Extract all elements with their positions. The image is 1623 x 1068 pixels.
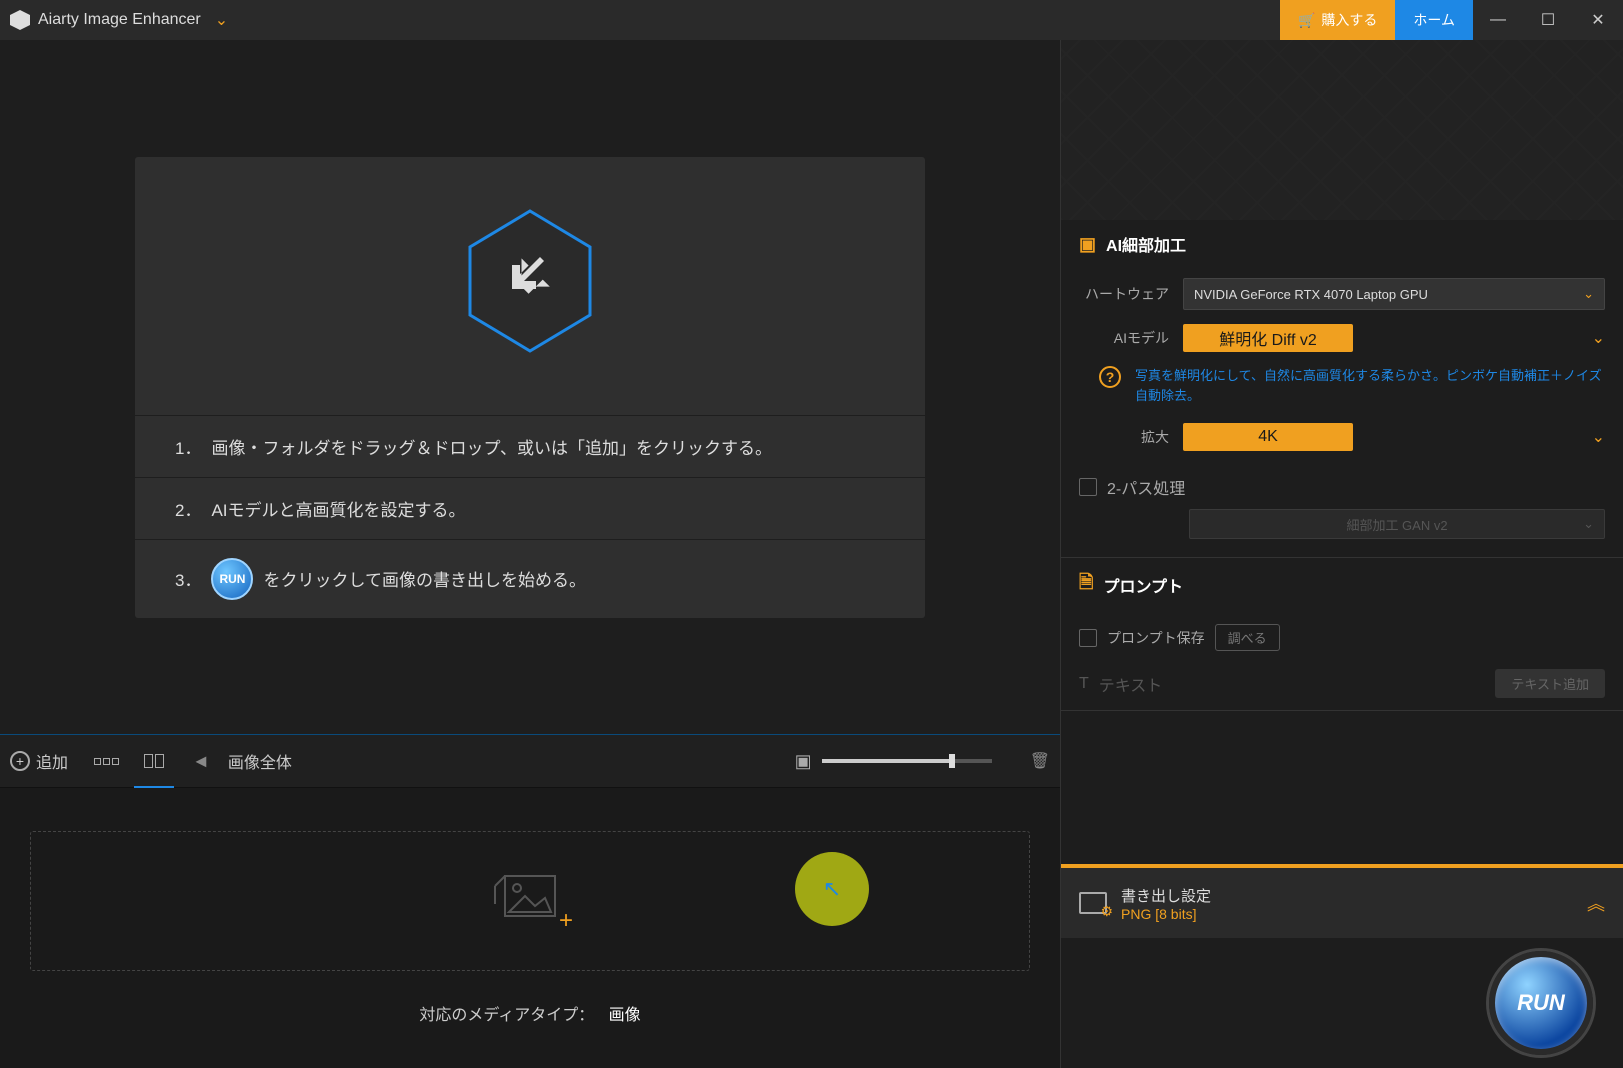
nav-label[interactable]: 画像全体 [228,749,292,773]
chevron-down-icon[interactable]: ⌄ [1582,328,1605,348]
hardware-select[interactable]: NVIDIA GeForce RTX 4070 Laptop GPU ⌄ [1183,278,1605,310]
upscale-select[interactable]: 4K [1183,423,1353,451]
text-add-button[interactable]: テキスト追加 [1495,669,1605,698]
compare-icon [144,754,164,768]
hardware-value: NVIDIA GeForce RTX 4070 Laptop GPU [1194,287,1428,302]
two-pass-model-value: 細部加工 GAN v2 [1346,515,1447,534]
upscale-label: 拡大 [1079,427,1169,447]
app-logo-icon [10,10,30,30]
prev-arrow-icon[interactable]: ◄ [192,751,210,772]
add-button[interactable]: + 追加 [10,749,68,773]
two-pass-label: 2-パス処理 [1107,475,1185,499]
ai-model-select[interactable]: 鮮明化 Diff v2 [1183,324,1353,352]
help-icon[interactable]: ? [1099,366,1121,388]
cursor-icon: ↖ [823,876,841,902]
run-zone: RUN [1061,938,1623,1068]
app-title: Aiarty Image Enhancer [38,11,201,29]
upload-hex-icon [466,207,594,355]
grid-view-button[interactable] [86,746,126,776]
zoom-slider-group: ▣ [795,751,992,772]
chevron-down-icon[interactable]: ⌄ [1582,427,1605,447]
prompt-browse-button[interactable]: 調べる [1215,624,1280,651]
export-icon: ⚙ [1079,892,1107,914]
prompt-save-label: プロンプト保存 [1107,628,1205,648]
export-title: 書き出し設定 [1121,885,1211,906]
cart-icon: 🛒 [1298,12,1315,29]
gear-icon: ⚙ [1100,903,1113,920]
svg-text:+: + [559,907,573,934]
prompt-icon: 🗎 [1079,570,1093,600]
minimize-button[interactable]: — [1473,0,1523,40]
instruction-2: 2． AIモデルと高画質化を設定する。 [135,477,925,539]
text-icon: T [1079,675,1089,693]
export-settings-bar[interactable]: ⚙ 書き出し設定 PNG [8 bits] ︽ [1061,864,1623,938]
two-pass-checkbox[interactable] [1079,478,1097,496]
thumbnail-drop-zone[interactable]: + ↖ [30,831,1030,971]
drop-card[interactable]: 1． 画像・フォルダをドラッグ＆ドロップ、或いは「追加」をクリックする。 2． … [135,157,925,618]
chevron-down-icon: ⌄ [1583,286,1594,302]
prompt-section: 🗎 プロンプト プロンプト保存 調べる T テキスト テキスト追加 [1061,558,1623,711]
right-pane: ▣ AI細部加工 ハートウェア NVIDIA GeForce RTX 4070 … [1060,40,1623,1068]
left-pane: 1． 画像・フォルダをドラッグ＆ドロップ、或いは「追加」をクリックする。 2． … [0,40,1060,1068]
buy-button[interactable]: 🛒 購入する [1280,0,1395,40]
run-label: RUN [1517,990,1565,1016]
ai-detail-section: ▣ AI細部加工 ハートウェア NVIDIA GeForce RTX 4070 … [1061,220,1623,558]
title-bar: Aiarty Image Enhancer ⌄ 🛒 購入する ホーム — ☐ ✕ [0,0,1623,40]
maximize-button[interactable]: ☐ [1523,0,1573,40]
ai-detail-icon: ▣ [1079,234,1096,255]
grid-icon [94,758,119,765]
add-label: 追加 [36,749,68,773]
delete-button[interactable]: 🗑 [1030,751,1050,771]
home-label: ホーム [1413,10,1455,30]
image-toolbar: + 追加 ◄ 画像全体 ▣ 🗑 [0,734,1060,788]
close-button[interactable]: ✕ [1573,0,1623,40]
canvas-area: 1． 画像・フォルダをドラッグ＆ドロップ、或いは「追加」をクリックする。 2． … [0,40,1060,734]
model-description: 写真を鮮明化にして、自然に高画質化する柔らかさ。ピンボケ自動補正＋ノイズ自動除去… [1135,366,1605,405]
buy-label: 購入する [1321,10,1377,30]
plus-icon: + [10,751,30,771]
instruction-1: 1． 画像・フォルダをドラッグ＆ドロップ、或いは「追加」をクリックする。 [135,415,925,477]
model-label: AIモデル [1079,328,1169,348]
compare-view-button[interactable] [134,746,174,776]
text-label: テキスト [1099,672,1163,696]
app-dropdown-icon[interactable]: ⌄ [215,10,228,30]
thumbnail-placeholder-icon: + [485,866,575,936]
preview-zone [1061,40,1623,220]
two-pass-model-select: 細部加工 GAN v2 ⌄ [1189,509,1605,539]
hardware-label: ハートウェア [1079,284,1169,304]
prompt-title: プロンプト [1103,573,1183,597]
run-button[interactable]: RUN [1489,951,1593,1055]
media-type-label: 対応のメディアタイプ： 画像 [419,1001,640,1025]
prompt-save-checkbox[interactable] [1079,629,1097,647]
chevron-up-icon[interactable]: ︽ [1587,890,1605,916]
instruction-3: 3． RUN をクリックして画像の書き出しを始める。 [135,539,925,618]
model-value: 鮮明化 Diff v2 [1219,326,1317,350]
image-icon: ▣ [795,751,812,772]
run-mini-icon: RUN [211,558,253,600]
chevron-down-icon: ⌄ [1583,516,1594,532]
two-pass-row[interactable]: 2-パス処理 [1079,465,1605,509]
thumbnail-strip: + ↖ 対応のメディアタイプ： 画像 [0,788,1060,1068]
ai-detail-title: AI細部加工 [1106,232,1186,256]
upscale-value: 4K [1258,428,1278,446]
zoom-slider[interactable] [822,759,992,763]
home-button[interactable]: ホーム [1395,0,1473,40]
export-format: PNG [8 bits] [1121,906,1211,922]
cursor-highlight: ↖ [795,852,869,926]
